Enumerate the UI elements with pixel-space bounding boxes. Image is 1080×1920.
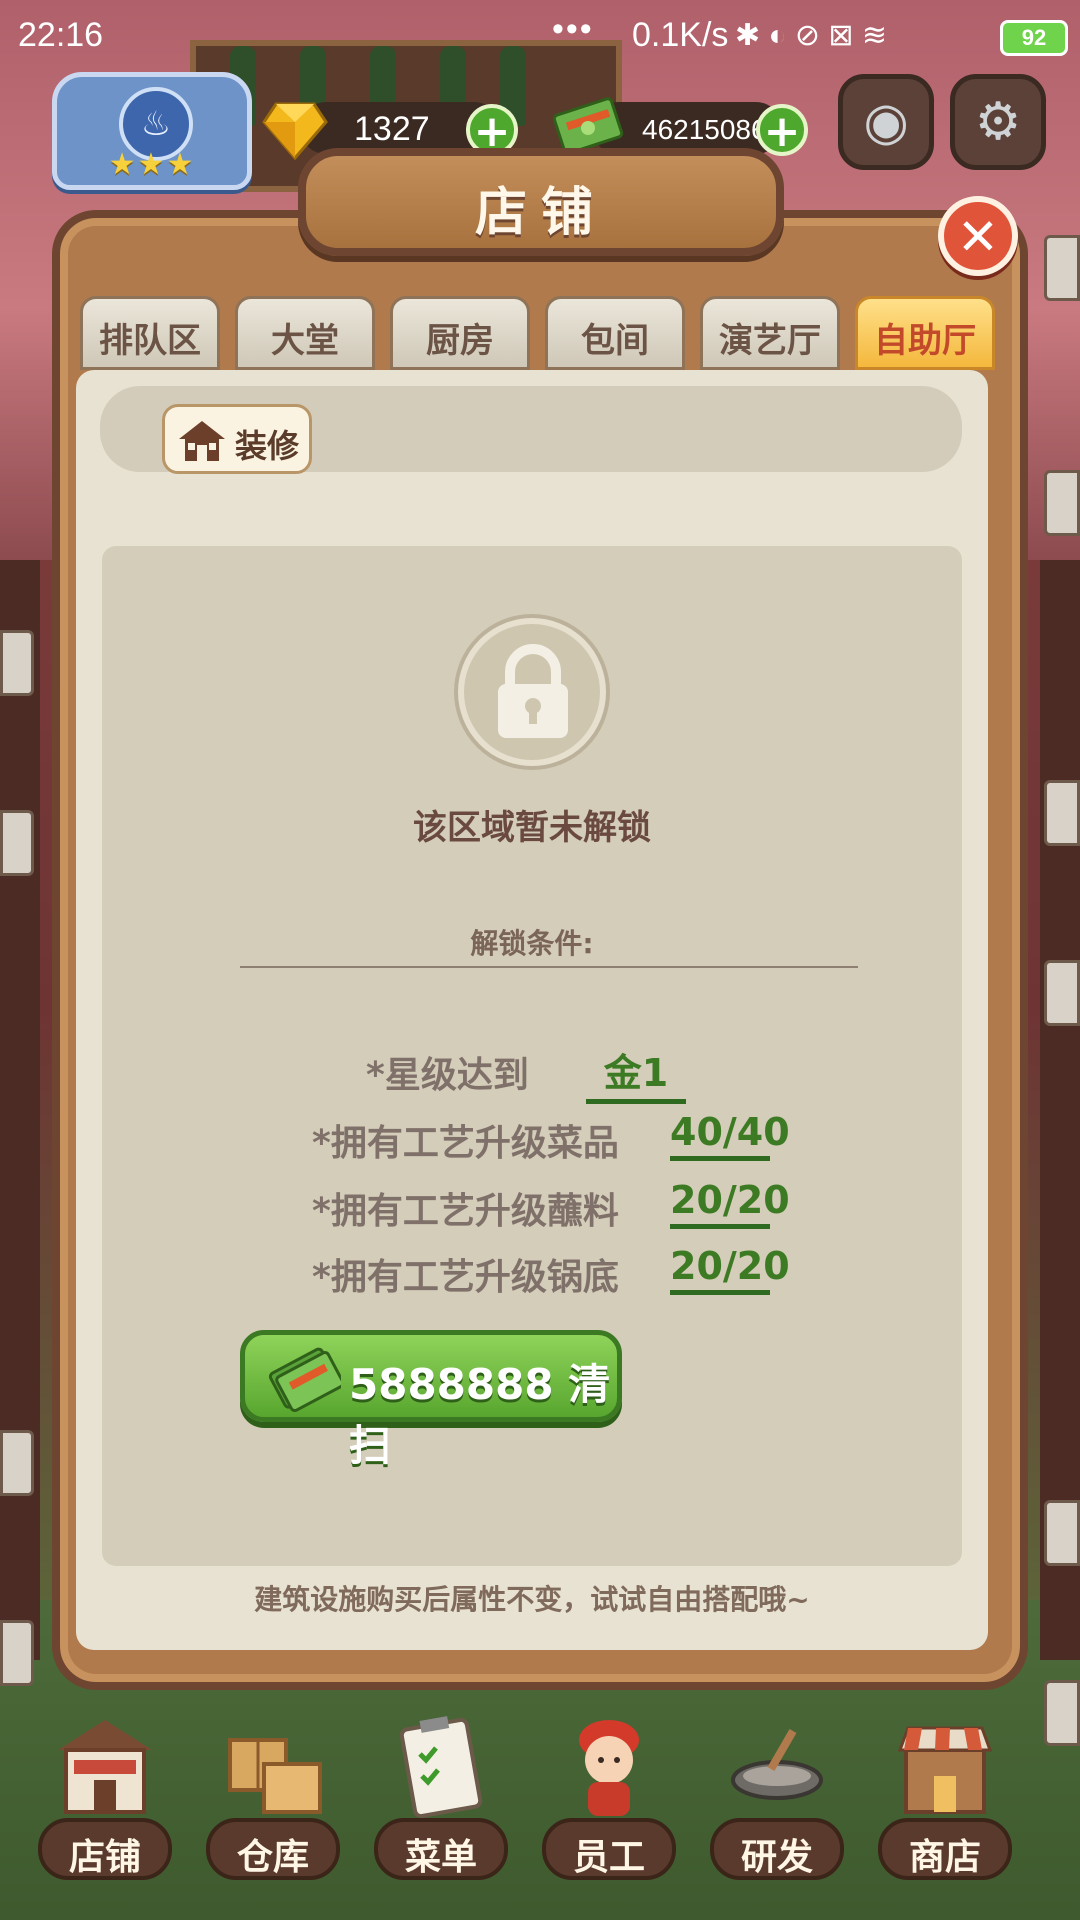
tab-label: 大堂 (271, 321, 339, 361)
table-slot (0, 1620, 34, 1686)
wok-icon (731, 1728, 823, 1800)
shop-building-icon (58, 1720, 152, 1814)
nav-warehouse[interactable]: 仓库 (198, 1710, 348, 1890)
status-icons: ✱ ◐ ⊘ ⊠ ≋ (735, 19, 888, 52)
decorate-button[interactable]: 装修 (162, 404, 312, 474)
condition-row: *拥有工艺升级锅底 20/20 (102, 1240, 962, 1298)
cash-count: 46215086 (642, 114, 767, 145)
nav-pill: 员工 (542, 1818, 676, 1880)
condition-row: *拥有工艺升级菜品 40/40 (102, 1106, 962, 1164)
tab-label: 厨房 (426, 321, 494, 361)
tab-hall[interactable]: 大堂 (235, 296, 375, 370)
close-icon: ✕ (957, 208, 999, 266)
nav-label: 研发 (740, 1837, 813, 1878)
condition-row: *拥有工艺升级蘸料 20/20 (102, 1174, 962, 1232)
nav-menu[interactable]: 菜单 (366, 1710, 516, 1890)
clock: 22:16 (18, 16, 104, 54)
table-slot (0, 1430, 34, 1496)
settings-button[interactable]: ⚙ (950, 74, 1046, 170)
clean-unlock-button[interactable]: 5888888 清扫 (240, 1330, 622, 1470)
nav-store[interactable]: 商店 (870, 1710, 1020, 1890)
nav-research[interactable]: 研发 (702, 1710, 852, 1890)
add-cash-button[interactable]: + (756, 104, 808, 156)
nav-label: 仓库 (236, 1837, 309, 1878)
tab-queue-area[interactable]: 排队区 (80, 296, 220, 370)
condition-label: *拥有工艺升级蘸料 (312, 1191, 619, 1232)
decorate-label: 装修 (235, 427, 300, 465)
tab-label: 自助厅 (874, 321, 976, 361)
nav-label: 商店 (908, 1837, 981, 1878)
unlock-conditions-title: 解锁条件: (470, 927, 594, 960)
boxes-icon (228, 1738, 322, 1814)
close-button[interactable]: ✕ (938, 196, 1018, 276)
hint-text: 建筑设施购买后属性不变，试试自由搭配哦~ (254, 1583, 810, 1616)
rating-stars: ★★★ (108, 147, 196, 182)
tab-buffet-hall[interactable]: 自助厅 (855, 296, 995, 370)
table-slot (1044, 470, 1080, 536)
house-icon (179, 421, 225, 461)
table-slot (1044, 960, 1080, 1026)
tab-label: 演艺厅 (719, 321, 821, 361)
nav-shop[interactable]: 店铺 (30, 1710, 180, 1890)
camera-icon: ◉ (863, 92, 909, 152)
table-slot (1044, 780, 1080, 846)
condition-label: *拥有工艺升级菜品 (312, 1123, 619, 1164)
nav-pill: 研发 (710, 1818, 844, 1880)
clipboard-icon (399, 1716, 483, 1819)
right-pillar (1040, 560, 1080, 1660)
tab-private-room[interactable]: 包间 (545, 296, 685, 370)
table-slot (0, 810, 34, 876)
condition-value: 20/20 (670, 1178, 790, 1229)
gem-icon (262, 100, 328, 161)
store-icon (897, 1726, 993, 1814)
camera-button[interactable]: ◉ (838, 74, 934, 170)
modal-title: 店铺 (474, 183, 607, 243)
nav-pill: 仓库 (206, 1818, 340, 1880)
nav-label: 店铺 (68, 1837, 141, 1878)
table-slot (1044, 1680, 1080, 1746)
gem-count: 1327 (354, 110, 430, 148)
nav-label: 菜单 (404, 1837, 477, 1878)
nav-label: 员工 (572, 1837, 645, 1878)
cash-icon (268, 1347, 341, 1413)
tab-label: 包间 (581, 321, 649, 361)
tab-label: 排队区 (99, 321, 201, 361)
nav-pill: 商店 (878, 1818, 1012, 1880)
condition-row: *星级达到 金1 (102, 1038, 962, 1104)
condition-value: 20/20 (670, 1244, 790, 1295)
restaurant-rating-badge[interactable]: ♨ ★★★ (52, 72, 252, 190)
condition-value: 40/40 (670, 1110, 790, 1161)
condition-label: *星级达到 (366, 1055, 529, 1096)
staff-girl-icon (579, 1720, 639, 1816)
gear-icon: ⚙ (974, 92, 1022, 152)
battery-icon: 92 (1000, 20, 1068, 56)
clean-button-label: 5888888 清扫 (349, 1360, 611, 1470)
nav-staff[interactable]: 员工 (534, 1710, 684, 1890)
tab-kitchen[interactable]: 厨房 (390, 296, 530, 370)
divider (240, 966, 858, 968)
lock-icon (458, 618, 606, 766)
condition-value: 金1 (586, 1042, 686, 1104)
table-slot (1044, 235, 1080, 301)
condition-label: *拥有工艺升级锅底 (312, 1257, 619, 1298)
status-bar: 22:16 ••• 0.1K/s ✱ ◐ ⊘ ⊠ ≋ 92 (0, 0, 1080, 76)
network-speed: 0.1K/s (632, 16, 729, 54)
area-tabs: 排队区 大堂 厨房 包间 演艺厅 自助厅 (80, 296, 1000, 370)
nav-pill: 菜单 (374, 1818, 508, 1880)
table-slot (0, 630, 34, 696)
nav-pill: 店铺 (38, 1818, 172, 1880)
table-slot (1044, 1500, 1080, 1566)
toolbar: 装修 (100, 386, 962, 474)
more-dots: ••• (552, 10, 594, 48)
tab-performance-hall[interactable]: 演艺厅 (700, 296, 840, 370)
modal-title-plank: 店铺 (298, 148, 784, 256)
locked-message: 该区域暂未解锁 (413, 808, 651, 848)
